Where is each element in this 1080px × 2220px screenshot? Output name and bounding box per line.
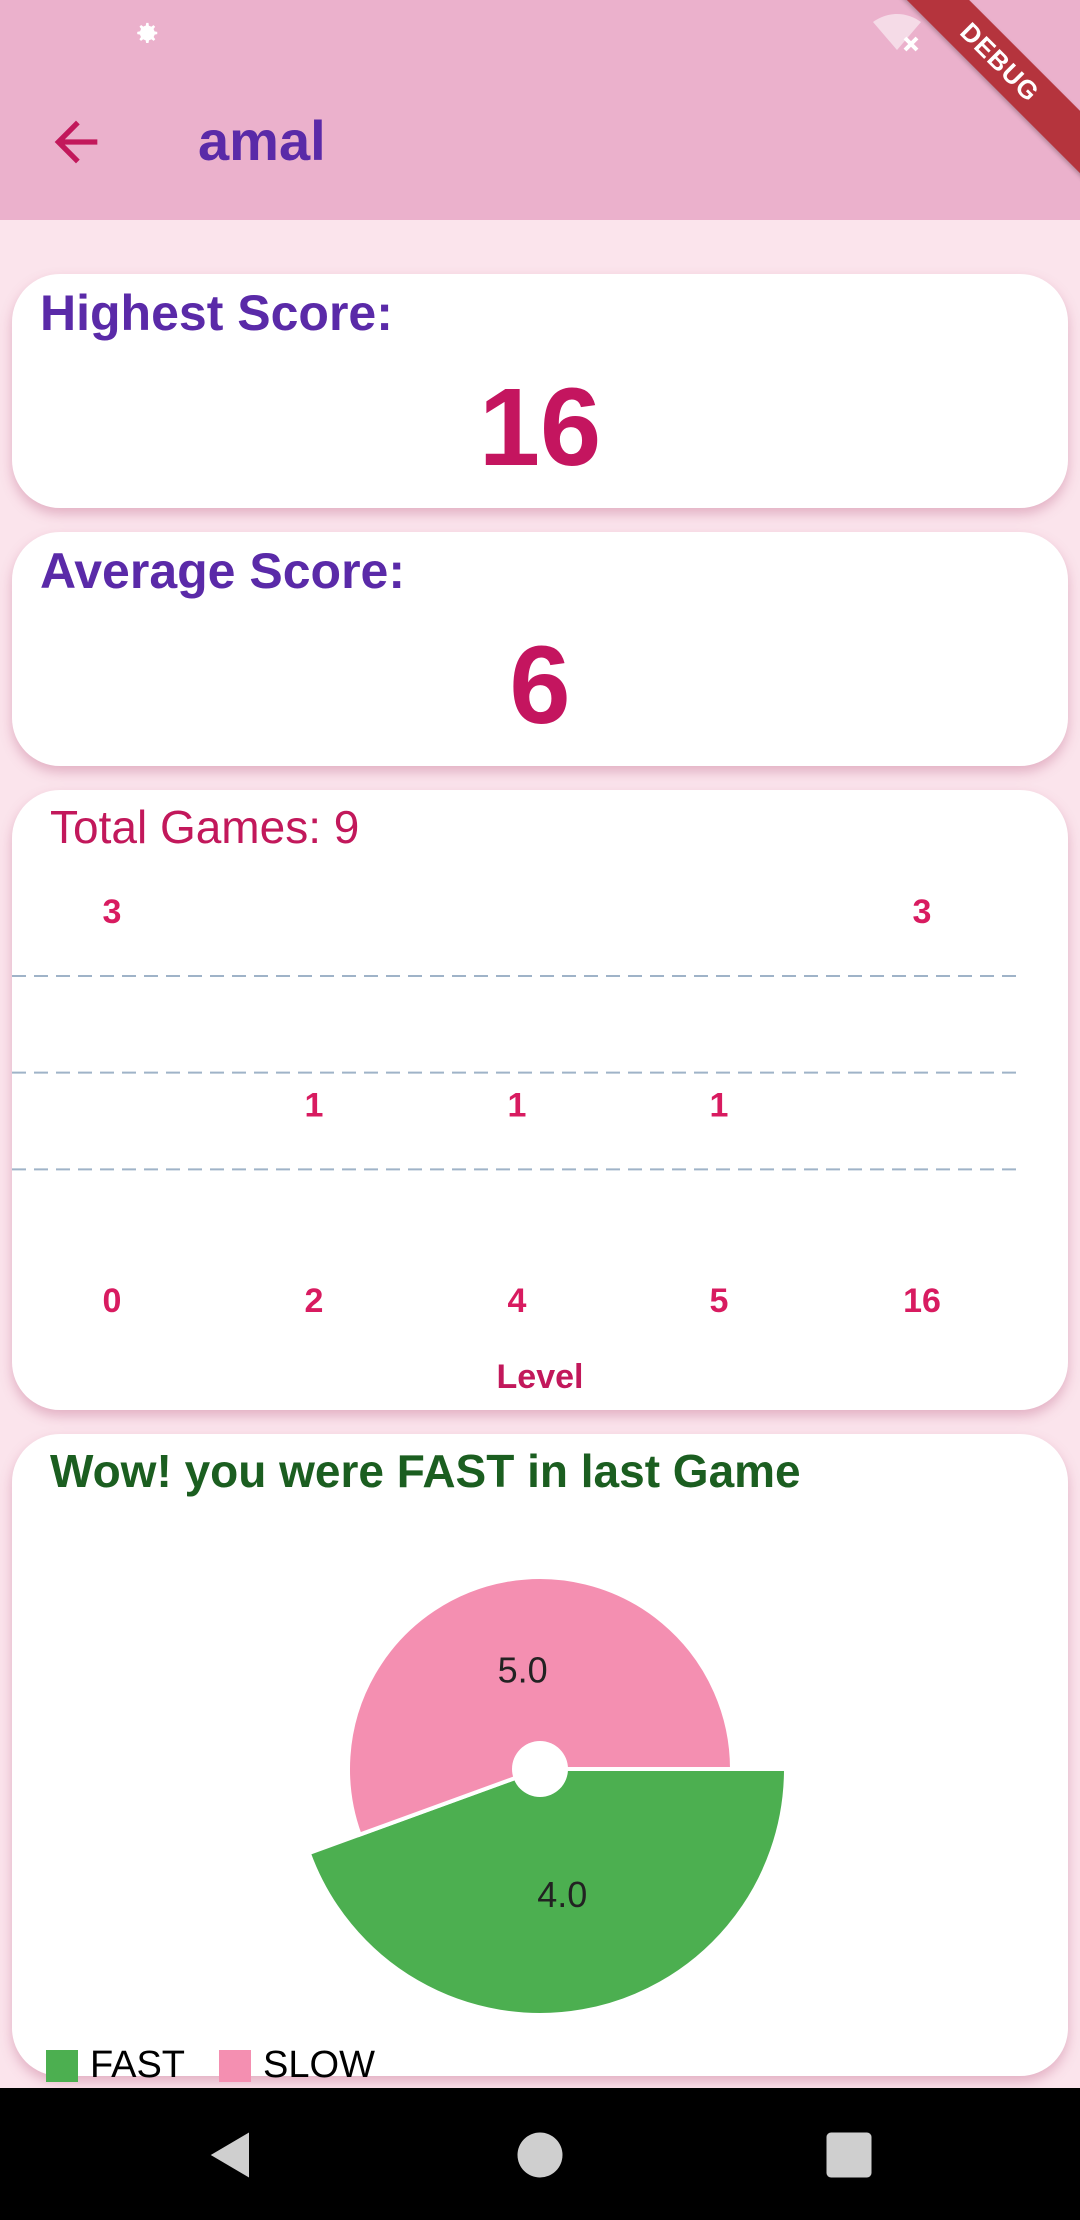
bar-value-label: 1 <box>305 1086 324 1124</box>
legend-item-slow: SLOW <box>219 2044 375 2087</box>
level-bar-chart: 3 0 1 2 1 4 1 5 3 16 Level <box>12 893 1024 1396</box>
back-triangle-icon[interactable] <box>204 2128 258 2182</box>
x-tick-label: 16 <box>903 1282 941 1320</box>
pie-value-label: 5.0 <box>498 1650 548 1691</box>
legend-swatch-fast <box>46 2049 78 2082</box>
x-tick-label: 2 <box>305 1282 324 1320</box>
x-tick-label: 4 <box>508 1282 527 1320</box>
x-tick-label: 0 <box>103 1282 122 1320</box>
pie-value-label: 4.0 <box>537 1874 587 1915</box>
bar-value-label: 3 <box>103 893 122 931</box>
legend-swatch-slow <box>219 2049 252 2082</box>
average-score-label: Average Score: <box>40 543 405 599</box>
highest-score-label: Highest Score: <box>40 285 393 341</box>
x-axis-label: Level <box>497 1358 584 1396</box>
average-score-card: Average Score: 6 <box>12 532 1068 766</box>
recents-square-icon[interactable] <box>822 2128 876 2182</box>
highest-score-value: 16 <box>478 366 602 489</box>
legend-item-fast: FAST <box>46 2044 185 2087</box>
home-circle-icon[interactable] <box>513 2128 567 2182</box>
pie-center-hole <box>512 1741 568 1797</box>
speed-chart-card: Wow! you were FAST in last Game 4.0 5.0 F… <box>12 1434 1068 2086</box>
average-score-value: 6 <box>509 624 571 747</box>
bar-value-label: 3 <box>913 893 932 931</box>
x-tick-label: 5 <box>710 1282 729 1320</box>
app-bar: DEBUG amal <box>0 0 1080 220</box>
legend-label-fast: FAST <box>90 2044 186 2086</box>
pie-legend: FAST SLOW <box>46 2044 409 2087</box>
speed-pie-chart: 4.0 5.0 <box>306 1575 789 2017</box>
page-title: amal <box>198 109 326 172</box>
gear-icon <box>137 22 158 43</box>
legend-label-slow: SLOW <box>263 2044 375 2086</box>
games-chart-card: Total Games: 9 3 0 1 2 1 4 1 5 3 16 Level <box>12 790 1068 1410</box>
back-arrow-icon[interactable] <box>44 110 108 174</box>
system-nav-bar <box>0 2088 1080 2220</box>
bar-value-label: 1 <box>710 1086 729 1124</box>
wifi-off-icon <box>873 14 921 52</box>
highest-score-card: Highest Score: 16 <box>12 274 1068 508</box>
bar-value-label: 1 <box>508 1086 527 1124</box>
